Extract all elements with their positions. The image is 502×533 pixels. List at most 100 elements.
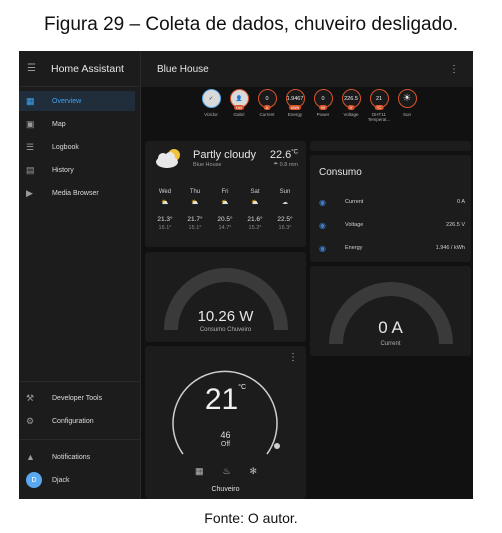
gauge-label: Consumo Chuveiro [199,327,252,333]
app-title: Home Assistant [51,62,124,75]
sidebar-item-label: Map [52,120,66,128]
forecast-day: Fri ⛅ 20.5° 14.7° [213,189,237,231]
sidebar-item-logbook[interactable]: ☰ Logbook [19,137,141,157]
badge-dht11-temperature[interactable]: 21 °C DHT11 Temperat... [365,89,393,122]
entity-row-energy[interactable]: ◉ Energy 1.946 / kWh [319,241,465,255]
badge-sun[interactable]: ☀ Sun [393,89,421,117]
thermostat-mode: Off [220,441,231,448]
sidebar-item-configuration[interactable]: ⚙ Configuration [19,411,141,431]
badge-tag: W [319,105,327,110]
weather-precipitation: ☂ 0.8 mm [273,162,298,168]
badge-row: ✓ Vizidor 👤 Hei Gabri 0 A Current 1.9467 kW… [141,89,473,137]
badge-gabri[interactable]: 👤 Hei Gabri [225,89,253,117]
forecast-day: Sat ⛅ 21.6° 15.2° [243,189,267,231]
card-title: Consumo [319,167,362,178]
consumo-card: Consumo ◉ Current 0 A ◉ Voltage 226.5 V … [310,155,471,262]
user-name: Djack [52,476,70,484]
gauge-label: Current [380,341,401,347]
eye-icon: ◉ [319,197,326,207]
partly-cloudy-icon: ⛅ [221,200,229,206]
badge-power[interactable]: 0 W Power [309,89,337,117]
current-gauge-card[interactable]: 0 A Current [310,266,471,356]
badge-value: 1.9467 [286,95,304,102]
badge-tag: A [263,105,271,110]
power-gauge-card[interactable]: 10.26 W Consumo Chuveiro [145,252,306,342]
thermostat-target: 46 [220,430,231,440]
weather-condition: Partly cloudy [193,149,256,161]
more-options-icon[interactable]: ⋮ [288,352,298,363]
figure-source: Fonte: O autor. [204,510,298,526]
badge-value: 21 [375,95,383,102]
badge-label: Vizidor [204,112,218,117]
sidebar-item-user[interactable]: D Djack [19,470,141,490]
badge-tag: V [347,105,355,110]
page-title: Blue House [157,63,209,75]
badge-energy[interactable]: 1.9467 kWh Energy [281,89,309,117]
badge-label: DHT11 Temperat... [367,112,391,122]
badge-label: Power [316,112,330,117]
check-icon: ✓ [201,89,221,108]
sidebar-item-label: Logbook [52,143,79,151]
badge-value: 0 [321,95,325,102]
sidebar-divider [19,381,141,382]
partial-card [310,141,471,151]
snowflake-icon[interactable]: ✻ [249,466,257,477]
partly-cloudy-icon [156,149,180,168]
more-options-icon[interactable]: ⋮ [449,64,459,75]
gauge-value: 0 A [378,318,403,337]
badge-current[interactable]: 0 A Current [253,89,281,117]
forecast-day: Wed ⛅ 21.3° 16.1° [153,189,177,231]
weather-temperature: 22.6°C [269,149,298,161]
home-assistant-screen: ☰ Home Assistant ▦ Overview ▣ Map ☰ Logb… [19,51,473,499]
sidebar-item-label: Overview [52,97,82,105]
sun-icon: ☀ [397,89,417,108]
sidebar-item-label: Developer Tools [52,394,103,402]
sidebar-item-media-browser[interactable]: ▶ Media Browser [19,183,141,203]
badge-voltage[interactable]: 226.5 V Voltage [337,89,365,117]
badge-tag: kWh [289,105,301,110]
sidebar-item-developer-tools[interactable]: ⚒ Developer Tools [19,388,141,408]
badge-tag: Hei [233,105,245,110]
calendar-icon[interactable]: ▦ [195,466,204,477]
sidebar-header: ☰ Home Assistant [19,51,140,87]
map-icon: ▣ [26,118,35,129]
badge-tag: °C [374,105,384,110]
gear-icon: ⚙ [26,415,35,426]
entity-row-current[interactable]: ◉ Current 0 A [319,195,465,209]
sidebar-item-notifications[interactable]: ▲ Notifications [19,447,141,467]
partly-cloudy-icon: ⛅ [191,200,199,206]
thermostat-card[interactable]: ⋮ 21°C 46 Off ▦ ♨ ✻ Chuveiro [145,346,306,499]
badge-label: Energy [287,112,303,117]
sidebar-item-history[interactable]: ▤ History [19,160,141,180]
sidebar-item-map[interactable]: ▣ Map [19,114,141,134]
menu-icon[interactable]: ☰ [27,63,51,74]
gauge-value: 10.26 W [197,308,254,325]
figure-caption: Figura 29 – Coleta de dados, chuveiro de… [43,14,459,35]
badge-value: 0 [265,95,269,102]
thermostat-name: Chuveiro [211,486,240,493]
cloudy-icon: ☁ [282,200,288,206]
sidebar: ☰ Home Assistant ▦ Overview ▣ Map ☰ Logb… [19,51,141,499]
weather-location: Blue House [193,162,222,168]
thermostat-temperature: 21°C [204,383,247,416]
badge-vizidor[interactable]: ✓ Vizidor [197,89,225,117]
bell-icon: ▲ [26,452,35,462]
entity-row-voltage[interactable]: ◉ Voltage 226.5 V [319,218,465,232]
badge-label: Sun [402,112,411,117]
empty-area [310,360,471,499]
sidebar-item-overview[interactable]: ▦ Overview [19,91,135,111]
sidebar-item-label: Configuration [52,417,94,425]
eye-icon: ◉ [319,220,326,230]
weather-card[interactable]: Partly cloudy Blue House 22.6°C ☂ 0.8 mm… [145,141,306,247]
chart-icon: ▤ [26,164,35,175]
partly-cloudy-icon: ⛅ [161,200,169,206]
forecast-day: Thu ⛅ 21.7° 15.1° [183,189,207,231]
play-icon: ▶ [26,187,33,198]
badge-label: Voltage [343,112,359,117]
sidebar-item-label: Media Browser [52,189,99,197]
flame-icon[interactable]: ♨ [222,466,230,477]
eye-icon: ◉ [319,243,326,253]
badge-label: Current [259,112,275,117]
avatar: D [26,472,42,488]
list-icon: ☰ [26,141,35,152]
